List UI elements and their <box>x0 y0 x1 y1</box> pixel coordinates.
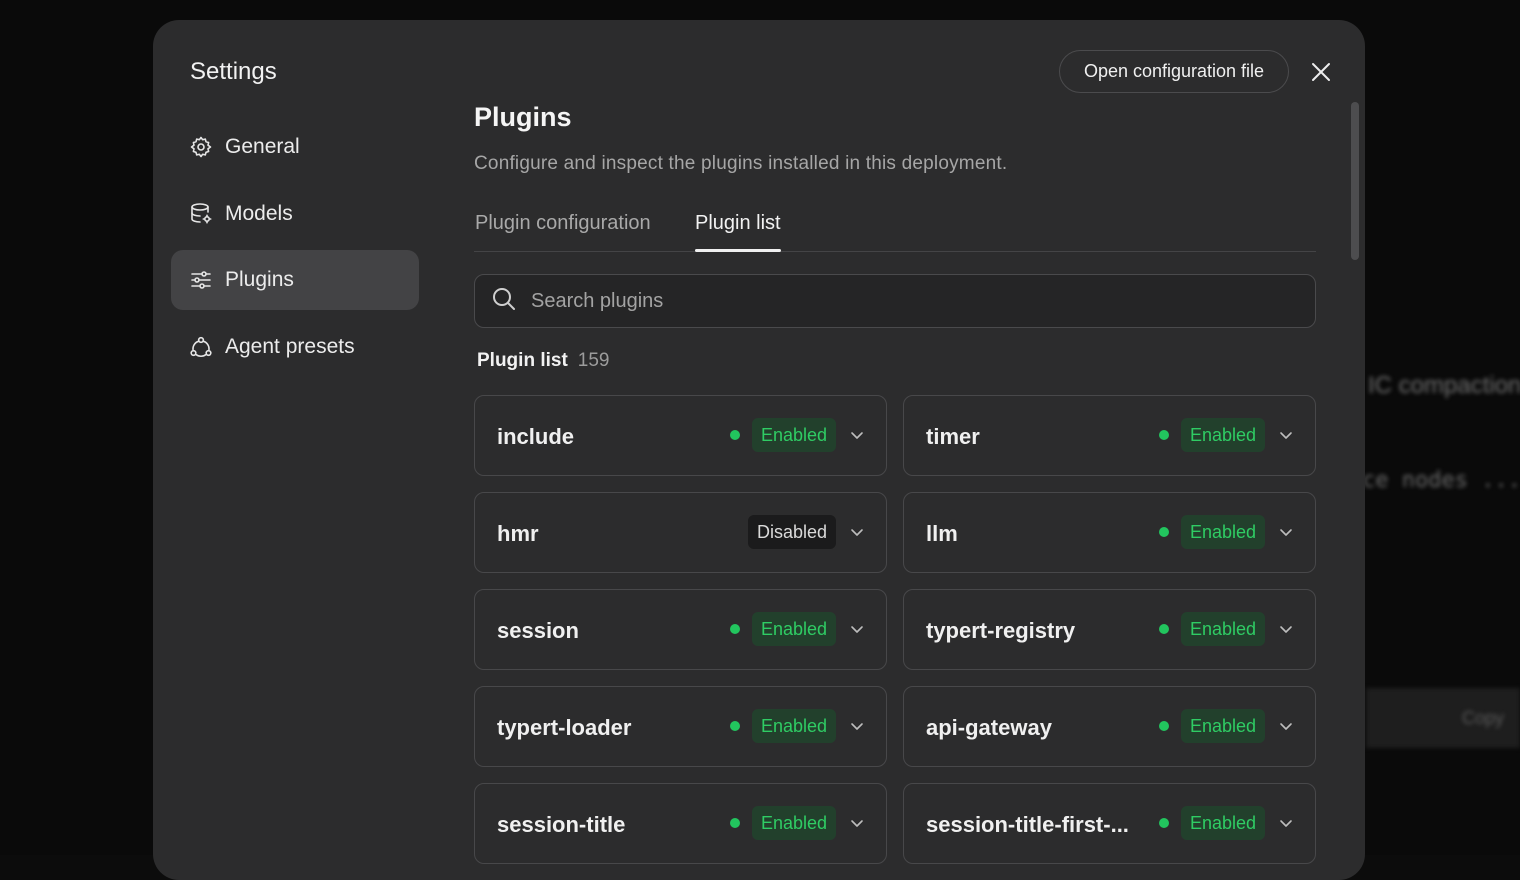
tab-bar: Plugin configuration Plugin list <box>474 208 1316 252</box>
plugin-card[interactable]: llm Enabled <box>903 492 1316 573</box>
plugin-name: hmr <box>497 521 539 547</box>
gear-icon <box>189 135 225 159</box>
chevron-down-icon[interactable] <box>848 523 866 541</box>
status-badge: Enabled <box>1181 806 1265 840</box>
status-badge: Enabled <box>1181 612 1265 646</box>
sidebar-item-label: Models <box>225 202 293 226</box>
background-code-text: ce nodes ... <box>1362 468 1520 493</box>
status-badge: Enabled <box>1181 709 1265 743</box>
open-configuration-file-button[interactable]: Open configuration file <box>1059 50 1289 93</box>
plugin-name: session-title <box>497 812 625 838</box>
chevron-down-icon[interactable] <box>848 814 866 832</box>
status-dot <box>730 430 740 440</box>
status-badge: Enabled <box>752 709 836 743</box>
plugin-count: 159 <box>578 350 610 371</box>
background-copy-text: Copy <box>1462 708 1504 729</box>
plugin-card[interactable]: typert-registry Enabled <box>903 589 1316 670</box>
database-icon <box>189 202 225 226</box>
sidebar-item-agent-presets[interactable]: Agent presets <box>171 317 419 377</box>
sidebar-item-models[interactable]: Models <box>171 184 419 244</box>
status-badge: Disabled <box>748 515 836 549</box>
chevron-down-icon[interactable] <box>848 426 866 444</box>
chevron-down-icon[interactable] <box>1277 717 1295 735</box>
sliders-icon <box>189 268 225 292</box>
plugin-card[interactable]: api-gateway Enabled <box>903 686 1316 767</box>
status-dot <box>730 721 740 731</box>
search-icon <box>491 286 531 317</box>
sidebar-item-label: Agent presets <box>225 335 355 359</box>
plugin-list-title: Plugin list <box>477 350 568 371</box>
search-box <box>474 274 1316 328</box>
sidebar-item-label: Plugins <box>225 268 294 292</box>
page-description: Configure and inspect the plugins instal… <box>474 153 1007 175</box>
status-dot <box>1159 527 1169 537</box>
status-badge: Enabled <box>752 806 836 840</box>
plugin-card[interactable]: session Enabled <box>474 589 887 670</box>
chevron-down-icon[interactable] <box>848 620 866 638</box>
settings-modal: Settings General Models <box>153 20 1365 880</box>
chevron-down-icon[interactable] <box>848 717 866 735</box>
plugin-name: typert-loader <box>497 715 631 741</box>
scrollbar-thumb[interactable] <box>1351 102 1359 260</box>
plugin-name: session <box>497 618 579 644</box>
plugin-name: llm <box>926 521 958 547</box>
plugin-name: timer <box>926 424 980 450</box>
plugin-card[interactable]: session-title-first-... Enabled <box>903 783 1316 864</box>
sidebar-item-general[interactable]: General <box>171 117 419 177</box>
status-badge: Enabled <box>1181 418 1265 452</box>
status-dot <box>1159 624 1169 634</box>
status-dot <box>730 818 740 828</box>
page-title: Plugins <box>474 102 572 133</box>
status-dot <box>730 624 740 634</box>
status-dot <box>1159 430 1169 440</box>
plugin-card[interactable]: hmr Disabled <box>474 492 887 573</box>
status-dot <box>1159 818 1169 828</box>
plugin-name: include <box>497 424 574 450</box>
plugin-card[interactable]: timer Enabled <box>903 395 1316 476</box>
tab-plugin-configuration[interactable]: Plugin configuration <box>475 212 651 249</box>
plugin-name: session-title-first-... <box>926 812 1129 838</box>
chevron-down-icon[interactable] <box>1277 814 1295 832</box>
chevron-down-icon[interactable] <box>1277 426 1295 444</box>
plugin-card[interactable]: typert-loader Enabled <box>474 686 887 767</box>
sidebar-item-label: General <box>225 135 300 159</box>
plugin-card[interactable]: session-title Enabled <box>474 783 887 864</box>
close-icon <box>1307 73 1335 90</box>
settings-title: Settings <box>190 58 277 86</box>
tab-plugin-list[interactable]: Plugin list <box>695 212 781 249</box>
agents-icon <box>189 335 225 359</box>
status-badge: Enabled <box>752 418 836 452</box>
chevron-down-icon[interactable] <box>1277 620 1295 638</box>
plugin-name: typert-registry <box>926 618 1075 644</box>
background-text: IC compaction <box>1368 372 1520 400</box>
status-dot <box>1159 721 1169 731</box>
chevron-down-icon[interactable] <box>1277 523 1295 541</box>
plugin-list-heading: Plugin list 159 <box>477 350 609 372</box>
plugin-card[interactable]: include Enabled <box>474 395 887 476</box>
plugin-name: api-gateway <box>926 715 1052 741</box>
status-badge: Enabled <box>752 612 836 646</box>
close-button[interactable] <box>1307 58 1335 86</box>
plugin-grid: include Enabled timer Enabled hmr Disabl… <box>474 395 1316 864</box>
status-badge: Enabled <box>1181 515 1265 549</box>
sidebar-item-plugins[interactable]: Plugins <box>171 250 419 310</box>
search-input[interactable] <box>531 290 1315 313</box>
